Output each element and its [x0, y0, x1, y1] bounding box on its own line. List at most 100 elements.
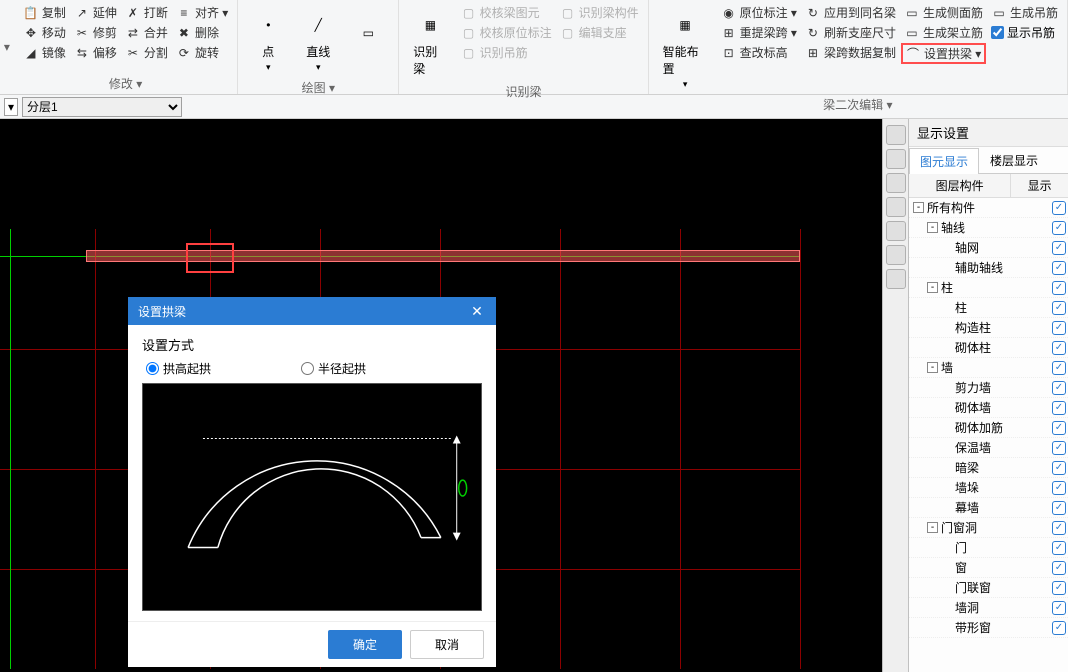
btn-break[interactable]: ✗打断: [122, 3, 171, 22]
tree-node[interactable]: 幕墙✓: [909, 498, 1068, 518]
ok-button[interactable]: 确定: [328, 630, 402, 659]
btn-set-arch[interactable]: ⌒设置拱梁 ▾: [901, 43, 986, 64]
arch-beam-dialog: 设置拱梁 ✕ 设置方式 拱高起拱 半径起拱 确定 取消: [128, 297, 496, 667]
btn-elev[interactable]: ⊡查改标高: [718, 43, 800, 62]
group-modify-label[interactable]: 修改 ▾: [20, 73, 231, 94]
group-modify: 📋复制 ✥移动 ◢镜像 ↗延伸 ✂修剪 ⇆偏移 ✗打断 ⇄合并 ✂分割 ≡对齐 …: [14, 0, 238, 94]
elev-icon: ⊡: [721, 45, 737, 61]
tree-header-name: 图层构件: [909, 174, 1011, 197]
tab-floor-display[interactable]: 楼层显示: [979, 147, 1049, 173]
btn-identify-stirrup: ▢识别吊筋: [458, 43, 555, 62]
tree-node[interactable]: 构造柱✓: [909, 318, 1068, 338]
tree-header-show: 显示: [1011, 174, 1068, 197]
rotate-icon: ⟳: [176, 45, 192, 61]
extend-icon: ↗: [74, 5, 90, 21]
btn-trim[interactable]: ✂修剪: [71, 23, 120, 42]
btn-orig-label[interactable]: ◉原位标注 ▾: [718, 3, 800, 22]
split-icon: ✂: [125, 45, 141, 61]
tree-node[interactable]: 门✓: [909, 538, 1068, 558]
layer-dropdown-small[interactable]: ▾: [4, 98, 18, 116]
btn-apply-same[interactable]: ↻应用到同名梁: [802, 3, 899, 22]
view-plan-icon[interactable]: [886, 173, 906, 193]
tree-node[interactable]: 砌体加筋✓: [909, 418, 1068, 438]
tree-node[interactable]: 暗梁✓: [909, 458, 1068, 478]
support-icon: ▢: [560, 25, 576, 41]
btn-identify-beam: ▦识别梁: [405, 3, 455, 81]
tree-node[interactable]: -轴线✓: [909, 218, 1068, 238]
view-side-icon[interactable]: [886, 197, 906, 217]
btn-gen-hanger[interactable]: ▭生成吊筋: [988, 3, 1061, 22]
dialog-titlebar[interactable]: 设置拱梁 ✕: [128, 297, 496, 325]
btn-edit-support: ▢编辑支座: [557, 23, 642, 42]
btn-refresh-support[interactable]: ↻刷新支座尺寸: [802, 23, 899, 42]
btn-extend[interactable]: ↗延伸: [71, 3, 120, 22]
btn-point[interactable]: •点▾: [244, 3, 292, 77]
ribbon: ▾ 📋复制 ✥移动 ◢镜像 ↗延伸 ✂修剪 ⇆偏移 ✗打断 ⇄合并 ✂分割 ≡对…: [0, 0, 1068, 95]
tree-node[interactable]: -门窗洞✓: [909, 518, 1068, 538]
delete-icon: ✖: [176, 25, 192, 41]
tree-node[interactable]: 墙垛✓: [909, 478, 1068, 498]
tree-node[interactable]: -所有构件✓: [909, 198, 1068, 218]
btn-align[interactable]: ≡对齐 ▾: [173, 3, 231, 22]
close-icon[interactable]: ✕: [468, 302, 486, 320]
tree-node[interactable]: 剪力墙✓: [909, 378, 1068, 398]
layer-tree[interactable]: -所有构件✓-轴线✓轴网✓辅助轴线✓-柱✓柱✓构造柱✓砌体柱✓-墙✓剪力墙✓砌体…: [909, 198, 1068, 672]
btn-span-copy[interactable]: ⊞梁跨数据复制: [802, 43, 899, 62]
btn-smart[interactable]: ▦智能布置▾: [655, 3, 716, 94]
tree-node[interactable]: 墙洞✓: [909, 598, 1068, 618]
tree-node[interactable]: -墙✓: [909, 358, 1068, 378]
group-draw-label[interactable]: 绘图 ▾: [244, 77, 392, 98]
group-edit2-label[interactable]: 梁二次编辑 ▾: [655, 94, 1061, 115]
cancel-button[interactable]: 取消: [410, 630, 484, 659]
btn-delete[interactable]: ✖删除: [173, 23, 231, 42]
hanger-icon: ▭: [991, 5, 1007, 21]
tree-node[interactable]: -柱✓: [909, 278, 1068, 298]
btn-split[interactable]: ✂分割: [122, 43, 171, 62]
chk-show-hanger[interactable]: 显示吊筋: [988, 23, 1061, 42]
respan-icon: ⊞: [721, 25, 737, 41]
btn-respan[interactable]: ⊞重提梁跨 ▾: [718, 23, 800, 42]
tree-node[interactable]: 门联窗✓: [909, 578, 1068, 598]
view-rotate-icon[interactable]: [886, 221, 906, 241]
btn-offset[interactable]: ⇆偏移: [71, 43, 120, 62]
radio-arch-radius[interactable]: 半径起拱: [301, 360, 366, 377]
selection-rect: [186, 243, 234, 273]
trim-icon: ✂: [74, 25, 90, 41]
group-identify-label: 识别梁: [405, 81, 641, 102]
group-identify: ▦识别梁 ▢校核梁图元 ▢校核原位标注 ▢识别吊筋 ▢识别梁构件 ▢编辑支座 识…: [399, 0, 648, 94]
tree-node[interactable]: 辅助轴线✓: [909, 258, 1068, 278]
layer-select[interactable]: 分层1: [22, 97, 182, 117]
tab-element-display[interactable]: 图元显示: [909, 148, 979, 174]
btn-gen-top[interactable]: ▭生成架立筋: [901, 23, 986, 42]
tree-node[interactable]: 柱✓: [909, 298, 1068, 318]
align-icon: ≡: [176, 5, 192, 21]
side-icon: ▭: [904, 5, 920, 21]
btn-copy[interactable]: 📋复制: [20, 3, 69, 22]
break-icon: ✗: [125, 5, 141, 21]
stirrup-icon: ▢: [461, 45, 477, 61]
tree-node[interactable]: 轴网✓: [909, 238, 1068, 258]
mirror-icon: ◢: [23, 45, 39, 61]
view-layers-icon[interactable]: [886, 245, 906, 265]
dialog-title: 设置拱梁: [138, 303, 186, 320]
btn-move[interactable]: ✥移动: [20, 23, 69, 42]
btn-merge[interactable]: ⇄合并: [122, 23, 171, 42]
tree-node[interactable]: 砌体柱✓: [909, 338, 1068, 358]
view-globe-icon[interactable]: [886, 125, 906, 145]
tree-header: 图层构件 显示: [909, 174, 1068, 198]
btn-rotate[interactable]: ⟳旋转: [173, 43, 231, 62]
btn-check-label: ▢校核原位标注: [458, 23, 555, 42]
view-3d-icon[interactable]: [886, 149, 906, 169]
apply-icon: ↻: [805, 5, 821, 21]
tree-node[interactable]: 砌体墙✓: [909, 398, 1068, 418]
btn-line[interactable]: ╱直线▾: [294, 3, 342, 77]
tree-node[interactable]: 带形窗✓: [909, 618, 1068, 638]
tree-node[interactable]: 窗✓: [909, 558, 1068, 578]
display-settings-panel: 显示设置 图元显示 楼层显示 图层构件 显示 -所有构件✓-轴线✓轴网✓辅助轴线…: [908, 119, 1068, 672]
btn-mirror[interactable]: ◢镜像: [20, 43, 69, 62]
view-list-icon[interactable]: [886, 269, 906, 289]
tree-node[interactable]: 保温墙✓: [909, 438, 1068, 458]
btn-gen-side[interactable]: ▭生成侧面筋: [901, 3, 986, 22]
arch-icon: ⌒: [905, 46, 921, 62]
radio-arch-height[interactable]: 拱高起拱: [146, 360, 211, 377]
